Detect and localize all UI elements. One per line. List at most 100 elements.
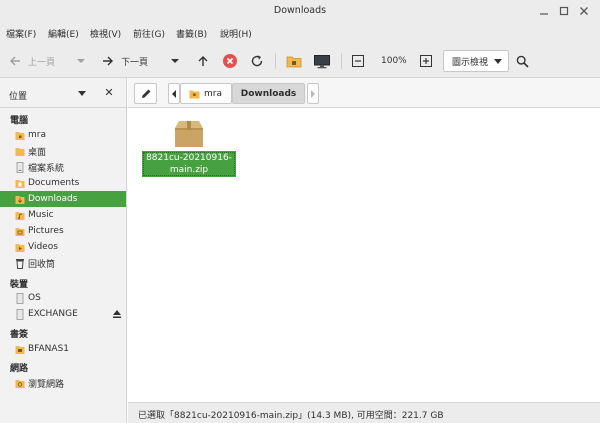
sidebar-item-label: Videos (28, 242, 58, 252)
maximize-icon (559, 6, 569, 16)
zoom-level: 100% (381, 56, 407, 66)
sidebar-item-label: EXCHANGE (28, 309, 78, 319)
home-folder-icon (189, 90, 200, 98)
menu-bar: 檔案(F) 編輯(E) 檢視(V) 前往(G) 書籤(B) 說明(H) (0, 22, 600, 44)
sidebar-header: 位置 ✕ (0, 78, 126, 108)
toggle-location-button[interactable] (134, 83, 157, 104)
sidebar-item-label: Music (28, 210, 54, 220)
chevron-right-icon (311, 89, 315, 98)
close-button[interactable] (576, 3, 592, 19)
desktop-folder-icon (15, 147, 25, 156)
status-bar: 已選取「8821cu-20210916-main.zip」(14.3 MB), … (128, 402, 600, 423)
sidebar-item-videos[interactable]: Videos (0, 239, 126, 255)
menu-bookmarks[interactable]: 書籤(B) (176, 27, 207, 40)
stop-button[interactable] (222, 52, 238, 70)
menu-edit[interactable]: 編輯(E) (48, 27, 79, 40)
videos-folder-icon (15, 243, 25, 252)
path-segment-home[interactable]: mra (180, 83, 232, 104)
up-button[interactable] (196, 52, 210, 70)
sidebar-item-pictures[interactable]: Pictures (0, 223, 126, 239)
sidebar-item-label: mra (28, 130, 46, 140)
sidebar-mode-label[interactable]: 位置 (9, 89, 27, 102)
menu-file[interactable]: 檔案(F) (6, 27, 36, 40)
sidebar: 位置 ✕ 電腦 mra 桌面 檔案系統 Documents Downloads … (0, 78, 127, 423)
sidebar-item-label: 檔案系統 (28, 163, 65, 174)
path-segment-downloads[interactable]: Downloads (232, 83, 305, 104)
sidebar-item-label: 瀏覽網路 (28, 379, 65, 390)
toolbar: 上一頁 下一頁 100% 圖示檢視 (0, 44, 600, 78)
section-devices: 裝置 (10, 280, 29, 290)
path-segment-label: Downloads (240, 88, 297, 99)
toolbar-separator (341, 53, 342, 69)
sidebar-item-music[interactable]: Music (0, 207, 126, 223)
sidebar-item-label: Documents (28, 178, 80, 188)
home-folder-icon (286, 56, 302, 68)
zoom-in-button[interactable] (420, 52, 432, 70)
computer-icon (314, 54, 330, 68)
close-icon (580, 7, 588, 15)
zoom-in-icon (420, 55, 432, 67)
view-mode-select[interactable]: 圖示檢視 (443, 50, 509, 72)
file-name-label: 8821cu-20210916-main.zip (142, 151, 236, 177)
maximize-button[interactable] (556, 3, 572, 19)
sidebar-item-label: 桌面 (28, 147, 47, 158)
menu-go[interactable]: 前往(G) (133, 27, 165, 40)
path-scroll-right-button[interactable] (307, 83, 319, 104)
sidebar-item-filesystem[interactable]: 檔案系統 (0, 159, 126, 175)
sidebar-item-label: Pictures (28, 226, 64, 236)
file-view[interactable]: 8821cu-20210916-main.zip (128, 108, 600, 402)
sidebar-item-label: OS (28, 293, 41, 303)
music-folder-icon (15, 211, 25, 220)
path-scroll-left-button[interactable] (168, 83, 180, 104)
chevron-down-icon (494, 59, 502, 64)
computer-button[interactable] (313, 52, 331, 70)
back-history-dropdown[interactable] (76, 52, 86, 70)
forward-button[interactable]: 下一頁 (101, 52, 148, 70)
zoom-out-icon (352, 55, 364, 67)
pencil-icon (141, 89, 150, 98)
network-folder-icon (15, 379, 25, 388)
status-text: 已選取「8821cu-20210916-main.zip」(14.3 MB), … (138, 411, 444, 421)
close-sidebar-icon[interactable]: ✕ (103, 86, 115, 99)
downloads-folder-icon (15, 195, 25, 204)
title-bar: Downloads (0, 0, 600, 22)
eject-icon[interactable] (112, 309, 122, 319)
back-button[interactable]: 上一頁 (8, 52, 55, 70)
path-segment-label: mra (204, 88, 222, 99)
forward-history-dropdown[interactable] (170, 52, 180, 70)
search-button[interactable] (516, 52, 529, 70)
home-folder-icon (15, 131, 25, 140)
chevron-down-icon[interactable] (78, 91, 86, 96)
chevron-down-icon (77, 59, 85, 63)
minimize-button[interactable] (536, 3, 552, 19)
arrow-right-icon (103, 56, 113, 66)
sidebar-item-os[interactable]: OS (0, 290, 126, 306)
section-computer: 電腦 (10, 116, 29, 126)
back-label: 上一頁 (28, 57, 56, 68)
home-folder-button[interactable] (286, 52, 302, 70)
menu-help[interactable]: 說明(H) (220, 27, 252, 40)
trash-icon (16, 258, 24, 269)
sidebar-item-label: BFANAS1 (28, 344, 70, 354)
sidebar-item-downloads[interactable]: Downloads (0, 191, 126, 207)
chevron-left-icon (172, 89, 176, 98)
sidebar-item-exchange[interactable]: EXCHANGE (0, 306, 126, 322)
search-icon (516, 55, 529, 68)
sidebar-item-label: 回收筒 (28, 259, 56, 270)
stop-icon (223, 54, 237, 68)
sidebar-item-bfanas1[interactable]: BFANAS1 (0, 341, 126, 357)
sidebar-item-documents[interactable]: Documents (0, 175, 126, 191)
sidebar-item-desktop[interactable]: 桌面 (0, 143, 126, 159)
pictures-folder-icon (15, 227, 25, 236)
sidebar-item-browse-network[interactable]: 瀏覽網路 (0, 375, 126, 391)
reload-icon (251, 55, 263, 67)
sidebar-item-home[interactable]: mra (0, 127, 126, 143)
section-network: 網路 (10, 364, 29, 374)
sidebar-item-trash[interactable]: 回收筒 (0, 255, 126, 271)
toolbar-separator (275, 53, 276, 69)
menu-view[interactable]: 檢視(V) (90, 27, 121, 40)
chevron-down-icon (171, 59, 179, 63)
zoom-out-button[interactable] (352, 52, 364, 70)
reload-button[interactable] (250, 52, 264, 70)
forward-label: 下一頁 (121, 57, 149, 68)
